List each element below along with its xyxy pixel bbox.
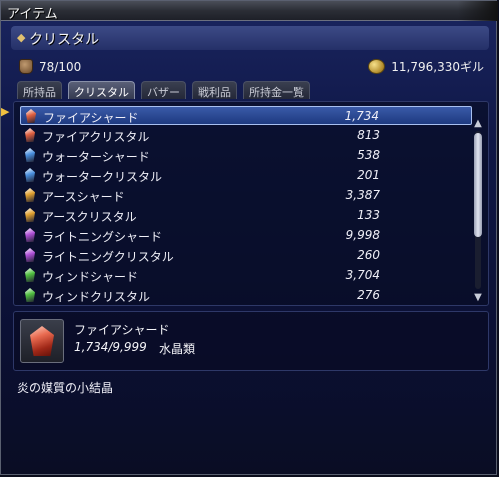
list-item[interactable]: ライトニングシャード 9,998: [20, 226, 472, 245]
item-name: ウィンドクリスタル: [42, 290, 151, 304]
section-header: ◆ クリスタル: [11, 26, 489, 50]
item-icon-frame: [20, 319, 64, 363]
item-window: アイテム ◆ クリスタル 78/100 11,796,330ギル 所持品 クリス…: [0, 0, 498, 475]
list-item[interactable]: ウォーターシャード 538: [20, 146, 472, 165]
item-count: 201: [357, 168, 380, 182]
lightning-crystal-icon: [25, 248, 35, 262]
water-shard-icon: [25, 148, 35, 162]
gil-value: 11,796,330ギル: [391, 60, 484, 74]
item-name: ファイアクリスタル: [42, 130, 150, 144]
item-description: 炎の媒質の小結晶: [17, 381, 114, 395]
scroll-down-arrow-icon[interactable]: ▼: [472, 293, 484, 303]
list-item[interactable]: アースクリスタル 133: [20, 206, 472, 225]
water-crystal-icon: [25, 168, 35, 182]
titlebar-accent: [458, 1, 498, 21]
list-item[interactable]: ウィンドシャード 3,704: [20, 266, 472, 285]
item-name: ファイアシャード: [43, 111, 139, 125]
scroll-thumb[interactable]: [474, 133, 482, 237]
tab-inventory[interactable]: 所持品: [17, 81, 62, 99]
gil-display: 11,796,330ギル: [368, 58, 484, 75]
inventory-capacity: 78/100: [19, 59, 81, 74]
selection-pointer-icon: ▶: [1, 105, 10, 118]
section-title: クリスタル: [29, 32, 99, 48]
item-name: ウィンドシャード: [42, 270, 139, 284]
fire-shard-icon: [26, 109, 36, 123]
item-count: 3,704: [345, 268, 380, 282]
earth-crystal-icon: [25, 208, 35, 222]
wind-crystal-icon: [25, 288, 35, 302]
item-count: 133: [357, 208, 380, 222]
lightning-shard-icon: [25, 228, 35, 242]
gil-coin-icon: [368, 59, 386, 74]
item-name: アースシャード: [42, 190, 125, 204]
window-title: アイテム: [7, 7, 58, 22]
item-count: 3,387: [345, 188, 380, 202]
list-item[interactable]: ウィンドクリスタル 276: [20, 286, 472, 305]
list-item[interactable]: ライトニングクリスタル 260: [20, 246, 472, 265]
wind-shard-icon: [25, 268, 35, 282]
item-count: 276: [357, 288, 380, 302]
crystal-list: ファイアシャード 1,734 ファイアクリスタル 813 ウォーターシャード 5…: [13, 101, 489, 306]
diamond-icon: ◆: [17, 31, 26, 44]
tab-bazaar[interactable]: バザー: [141, 81, 186, 99]
item-name: ライトニングクリスタル: [42, 250, 174, 264]
list-scrollbar[interactable]: ▲ ▼: [471, 119, 485, 303]
item-count: 1,734: [344, 109, 379, 123]
fire-shard-icon: [30, 326, 54, 356]
bag-icon: [19, 59, 33, 74]
list-item[interactable]: ファイアシャード 1,734: [20, 106, 472, 125]
item-count: 538: [357, 148, 380, 162]
detail-item-name: ファイアシャード: [74, 323, 170, 337]
item-name: ライトニングシャード: [42, 230, 163, 244]
capacity-value: 78/100: [39, 59, 82, 74]
item-count: 813: [357, 128, 380, 142]
item-name: ウォーターシャード: [42, 150, 150, 164]
tab-crystal[interactable]: クリスタル: [68, 81, 135, 99]
item-count: 260: [357, 248, 380, 262]
list-item[interactable]: ファイアクリスタル 813: [20, 126, 472, 145]
list-item[interactable]: アースシャード 3,387: [20, 186, 472, 205]
item-detail-panel: ファイアシャード 1,734/9,999 水晶類: [13, 311, 489, 371]
detail-category: 水晶類: [159, 342, 196, 356]
list-item[interactable]: ウォータークリスタル 201: [20, 166, 472, 185]
window-titlebar[interactable]: アイテム: [1, 1, 498, 22]
tab-loot[interactable]: 戦利品: [192, 81, 237, 99]
detail-quantity: 1,734/9,999: [74, 340, 147, 354]
item-name: アースクリスタル: [42, 210, 137, 224]
scroll-up-arrow-icon[interactable]: ▲: [472, 119, 484, 129]
fire-crystal-icon: [25, 128, 35, 142]
item-count: 9,998: [345, 228, 380, 242]
item-name: ウォータークリスタル: [42, 170, 163, 184]
tab-currency[interactable]: 所持金一覧: [243, 81, 310, 99]
item-tabs: 所持品 クリスタル バザー 戦利品 所持金一覧: [17, 81, 310, 99]
earth-shard-icon: [25, 188, 35, 202]
